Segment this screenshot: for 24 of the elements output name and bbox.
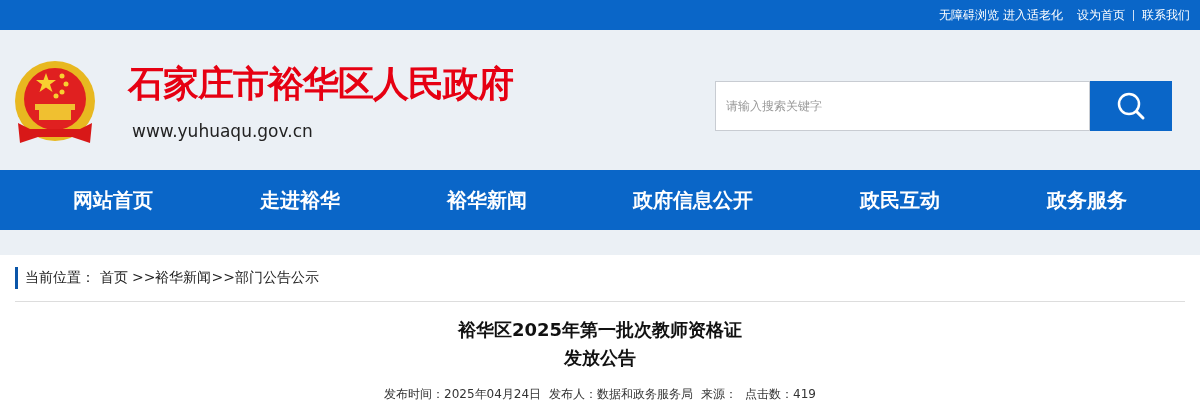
article-title: 裕华区2025年第一批次教师资格证发放公告 [456,318,744,370]
article-meta: 来源： [701,386,738,400]
nav-item[interactable]: 政府信息公开 [633,186,754,214]
nav-item[interactable]: 政民互动 [859,186,940,214]
site-url: www.yuhuaqu.gov.cn [132,120,314,141]
top-link[interactable]: 联系我们 [1142,6,1190,24]
article-meta: 发布时间：2025年04月24日 [384,386,542,400]
article-meta: 点击数：419 [745,386,816,400]
breadcrumb-link[interactable]: >>部门公告公示 [211,269,319,287]
breadcrumb-label: 当前位置： [25,269,95,287]
nav-item[interactable]: 裕华新闻 [446,186,527,214]
search-icon [1116,91,1146,121]
search-button[interactable] [1090,81,1172,131]
nav-item[interactable]: 政务服务 [1046,186,1127,214]
top-link[interactable]: 设为首页 [1077,6,1125,24]
nav-item[interactable]: 网站首页 [73,186,154,214]
search-field[interactable]: 请输入搜索关键字 [715,81,1090,131]
breadcrumb-link[interactable]: >>裕华新闻 [132,269,212,287]
article-meta: 发布人：数据和政务服务局 [549,386,694,400]
top-link[interactable]: 无障碍浏览 [939,6,999,24]
site-title: 石家庄市裕华区人民政府 [128,61,513,106]
breadcrumb-link[interactable]: 首页 [100,269,128,287]
nav-item[interactable]: 走进裕华 [260,186,340,214]
top-link[interactable]: 进入适老化 [1003,6,1063,24]
